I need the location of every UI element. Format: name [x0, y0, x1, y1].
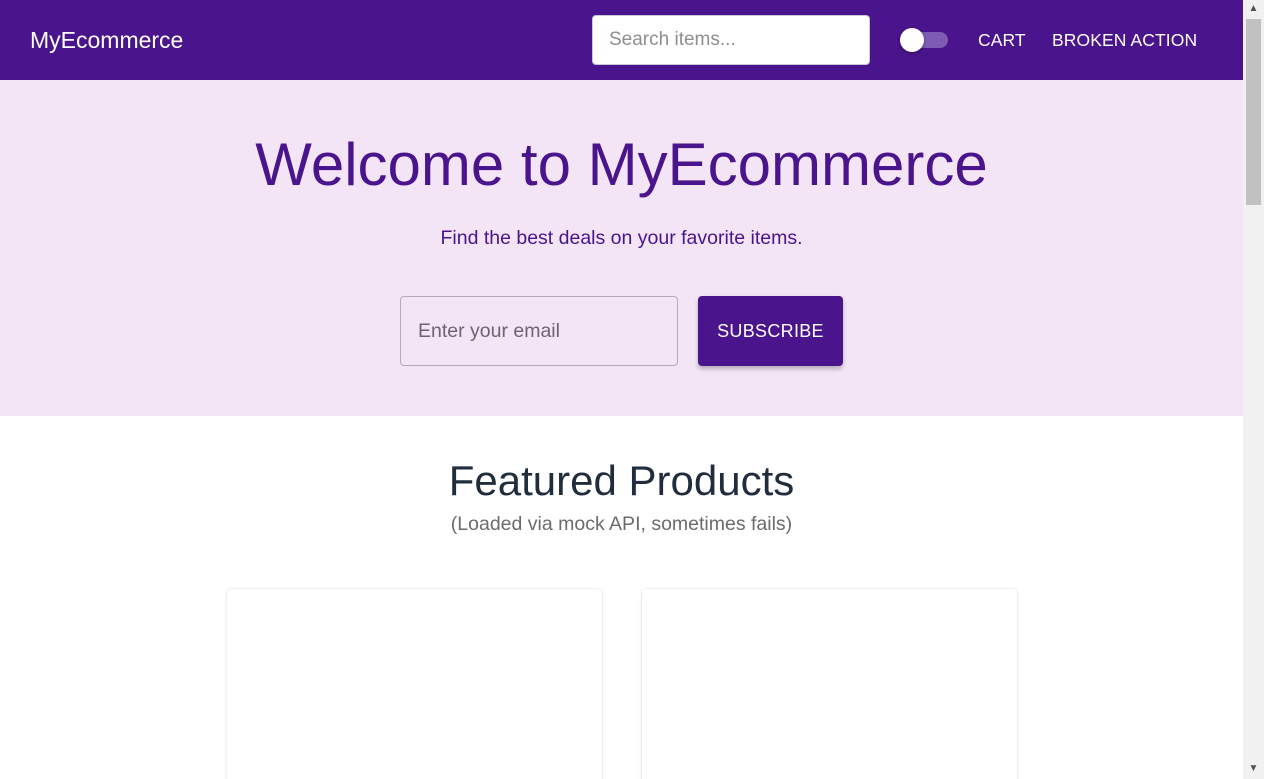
featured-products-subtitle: (Loaded via mock API, sometimes fails) — [450, 513, 793, 535]
featured-products-heading: Featured Products — [448, 457, 795, 504]
brand-logo-text[interactable]: MyEcommerce — [30, 26, 183, 54]
toggle-thumb — [900, 28, 924, 52]
scrollbar-thumb[interactable] — [1246, 19, 1261, 205]
theme-toggle-switch[interactable] — [900, 28, 950, 52]
scroll-up-icon[interactable]: ▲ — [1243, 0, 1264, 17]
broken-action-button[interactable]: BROKEN ACTION — [1052, 30, 1197, 50]
product-card[interactable] — [227, 589, 602, 779]
page: MyEcommerce CART BROKEN ACTION Welcome t… — [0, 0, 1243, 779]
hero-subtitle: Find the best deals on your favorite ite… — [440, 227, 803, 249]
hero-title: Welcome to MyEcommerce — [255, 131, 988, 198]
hero-banner: Welcome to MyEcommerce Find the best dea… — [0, 80, 1243, 416]
app-bar: MyEcommerce CART BROKEN ACTION — [0, 0, 1243, 80]
email-field[interactable] — [400, 296, 678, 366]
cart-button[interactable]: CART — [978, 30, 1026, 50]
scroll-down-icon[interactable]: ▼ — [1243, 760, 1264, 777]
vertical-scrollbar[interactable]: ▲ ▼ — [1243, 0, 1264, 779]
product-card[interactable] — [642, 589, 1017, 779]
search-input[interactable] — [592, 15, 870, 65]
subscribe-button[interactable]: SUBSCRIBE — [698, 296, 843, 366]
